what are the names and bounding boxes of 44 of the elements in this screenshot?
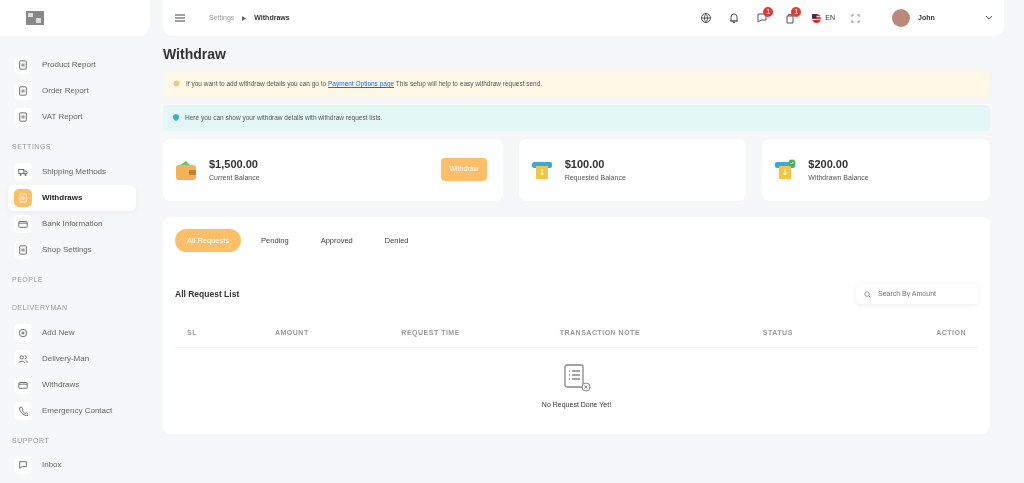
sidebar-item[interactable]: Inbox [8, 452, 136, 478]
shield-icon [173, 114, 179, 122]
document-icon [18, 244, 28, 255]
globe-icon[interactable] [700, 12, 713, 24]
cash-machine-check-icon [774, 158, 797, 181]
card-icon [18, 379, 28, 390]
balance-amount: $200.00 [808, 157, 850, 172]
balance-amount: $1,500.00 [209, 157, 259, 172]
chat-icon [18, 460, 28, 470]
sidebar-item[interactable]: Emergency Contact [8, 397, 136, 424]
chat-icon[interactable] [756, 12, 769, 24]
avatar[interactable] [892, 9, 910, 27]
document-icon [18, 112, 28, 122]
sidebar-item[interactable]: Withdraws [8, 371, 136, 398]
chevron-icon [242, 15, 247, 21]
document-icon [18, 86, 28, 96]
sidebar-item[interactable]: Withdraws [8, 184, 136, 211]
menu-icon[interactable] [175, 14, 185, 22]
logo-icon [26, 11, 44, 25]
caret-icon[interactable] [986, 16, 992, 20]
sidebar-item[interactable]: Add New [8, 319, 136, 346]
empty-list-icon [562, 363, 591, 392]
sidebar-item[interactable]: Shop Settings [8, 236, 136, 263]
truck-icon [18, 166, 28, 177]
sidebar-item[interactable]: Bank Information [8, 210, 136, 237]
sidebar-item[interactable]: Delivery-Man [8, 345, 136, 372]
balance-amount: $100.00 [564, 157, 606, 172]
sidebar-item[interactable]: Product Report [8, 52, 136, 78]
card-icon [18, 218, 28, 229]
sidebar-item[interactable]: Order Report [8, 78, 136, 104]
warning-icon [173, 80, 180, 88]
document-icon [18, 192, 28, 203]
phone-icon [18, 405, 28, 416]
bell-icon[interactable] [728, 12, 741, 24]
document-icon [18, 60, 28, 70]
page-title: Withdraw [163, 45, 227, 64]
sidebar-item[interactable]: Shipping Methods [8, 158, 136, 185]
wallet-icon [175, 158, 197, 181]
bag-icon[interactable] [784, 12, 797, 24]
sidebar-item[interactable]: VAT Report [8, 104, 136, 130]
list-title: All Request List [175, 287, 240, 301]
flag-icon [812, 13, 822, 23]
people-icon [18, 353, 28, 364]
plus-circle-icon [18, 327, 28, 338]
